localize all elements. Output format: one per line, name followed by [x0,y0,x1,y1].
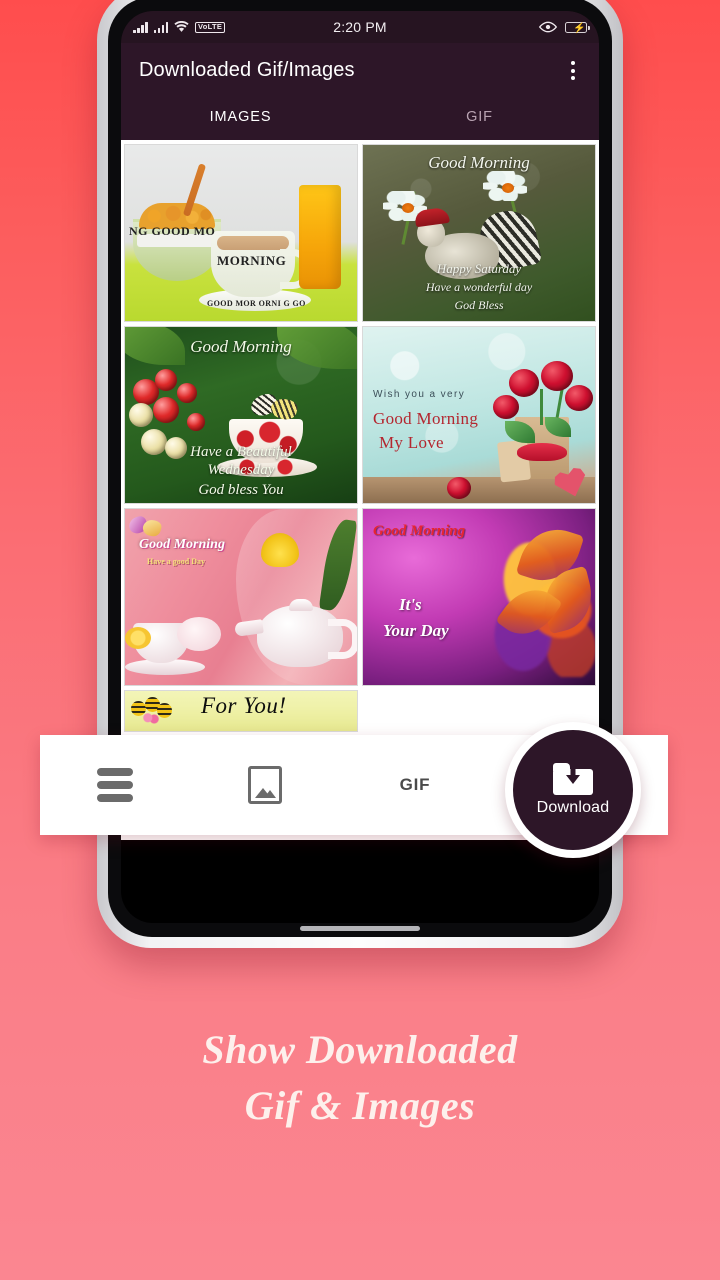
tile-text: Good Morning [428,153,530,172]
grid-tile-wednesday[interactable]: Good Morning Have a Beautiful Wednesday … [124,326,358,504]
tile-text: NG GOOD MO [129,224,216,238]
tile-text: MORNING [217,253,287,268]
tab-gif[interactable]: GIF [360,94,599,140]
tab-bar: IMAGES GIF [121,94,599,140]
breakfast-artwork: NG GOOD MO MORNING GOOD MOR ORNI G GO [125,145,357,321]
download-fab-label: Download [536,799,610,816]
tile-text: Have a wonderful day [425,280,533,294]
hamburger-menu-icon [97,768,133,802]
tile-text: God Bless [454,298,504,312]
mylove-artwork: Wish you a very Good Morning My Love [363,327,595,503]
tile-text: Have a Beautiful [190,444,292,460]
status-bar: VoLTE 2:20 PM ⚡ [121,11,599,43]
folder-download-icon [553,763,593,795]
foryou-artwork: For You! [125,691,357,731]
status-bar-clock: 2:20 PM [333,19,387,35]
promo-caption-line1: Show Downloaded [202,1027,518,1072]
wednesday-artwork: Good Morning Have a Beautiful Wednesday … [125,327,357,503]
charging-bolt-icon: ⚡ [573,22,586,34]
page-title: Downloaded Gif/Images [139,59,355,81]
grid-tile-yourday[interactable]: Good Morning It's Your Day [362,508,596,686]
tile-text: Good Morning [190,337,292,356]
tile-text: Your Day [383,621,449,640]
tile-text: Have a good Day [147,557,205,566]
tab-images[interactable]: IMAGES [121,94,360,140]
tile-text: It's [399,595,422,614]
tile-text: God bless You [198,482,284,498]
tile-text: Wednesday [207,462,275,478]
gif-button[interactable]: GIF [340,775,490,795]
promo-caption: Show Downloaded Gif & Images [0,1022,720,1134]
yourday-artwork: Good Morning It's Your Day [363,509,595,685]
image-icon [248,766,282,804]
rooster-artwork: Good Morning Happy Saturday Have a wonde… [363,145,595,321]
menu-button[interactable] [40,768,190,802]
grid-tile-rooster[interactable]: Good Morning Happy Saturday Have a wonde… [362,144,596,322]
tile-text: Good Morning [373,409,479,428]
gif-label: GIF [399,775,431,794]
tile-text: For You! [201,693,287,718]
download-fab-inner: Download [513,730,633,850]
tile-text: My Love [379,433,444,452]
tile-text: Good Morning [139,537,225,552]
download-fab[interactable]: Download [505,722,641,858]
battery-charging-icon: ⚡ [565,21,590,34]
grid-tile-foryou[interactable]: For You! [124,690,358,732]
tile-text: Wish you a very [373,389,466,400]
eye-icon [538,21,558,33]
tile-text: Happy Saturday [436,261,522,276]
grid-tile-teapot[interactable]: Good Morning Have a good Day [124,508,358,686]
app-bar: Downloaded Gif/Images [121,43,599,94]
images-button[interactable] [190,766,340,804]
home-indicator [300,926,420,931]
status-bar-right-icons: ⚡ [538,21,590,34]
more-vertical-icon[interactable] [565,57,581,84]
teapot-artwork: Good Morning Have a good Day [125,509,357,685]
grid-tile-mylove[interactable]: Wish you a very Good Morning My Love [362,326,596,504]
promo-caption-line2: Gif & Images [244,1083,476,1128]
grid-tile-breakfast[interactable]: NG GOOD MO MORNING GOOD MOR ORNI G GO [124,144,358,322]
tile-text: GOOD MOR ORNI G GO [207,299,306,308]
tile-text: Good Morning [373,523,466,539]
